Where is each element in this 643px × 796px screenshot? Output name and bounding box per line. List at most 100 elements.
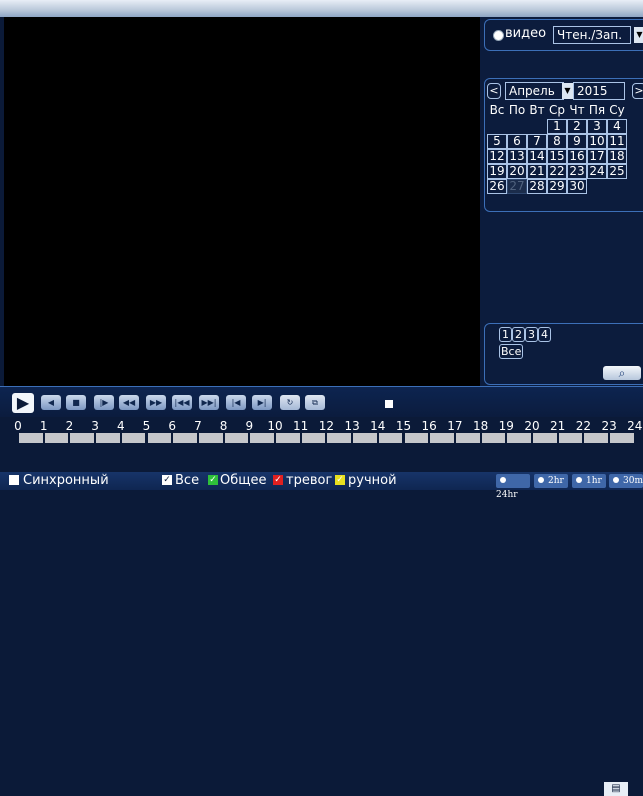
calendar-day[interactable]: 14 bbox=[527, 149, 547, 164]
calendar-day[interactable]: 16 bbox=[567, 149, 587, 164]
calendar-day[interactable]: 23 bbox=[567, 164, 587, 179]
radio-selected-icon[interactable] bbox=[493, 30, 504, 41]
stop-button[interactable]: ■ bbox=[66, 395, 86, 410]
timeline-hour-cell[interactable] bbox=[173, 433, 197, 443]
calendar-day[interactable]: 22 bbox=[547, 164, 567, 179]
timeline-hour-cell[interactable] bbox=[250, 433, 274, 443]
calendar-day[interactable]: 8 bbox=[547, 134, 567, 149]
timeline-hour-cell[interactable] bbox=[327, 433, 352, 443]
calendar-day[interactable]: 28 bbox=[527, 179, 547, 194]
timeline-hour-cell[interactable] bbox=[610, 433, 634, 443]
timeline-hour-cell[interactable] bbox=[70, 433, 95, 443]
channel-4-button[interactable]: 4 bbox=[538, 327, 551, 342]
calendar-day[interactable]: 7 bbox=[527, 134, 547, 149]
calendar-day[interactable]: 25 bbox=[607, 164, 627, 179]
calendar-day[interactable]: 2 bbox=[567, 119, 587, 134]
skip-back-button[interactable]: |◀◀ bbox=[172, 395, 192, 410]
timeline-hour-cell[interactable] bbox=[96, 433, 120, 443]
zoom-2hr-button[interactable]: 2hr bbox=[534, 474, 568, 488]
channel-2-button[interactable]: 2 bbox=[512, 327, 525, 342]
timeline-hour-cell[interactable] bbox=[353, 433, 377, 443]
calendar-day[interactable]: 6 bbox=[507, 134, 527, 149]
calendar-day[interactable]: 11 bbox=[607, 134, 627, 149]
mode-select[interactable]: Чтен./Зап. bbox=[553, 26, 631, 44]
timeline-hour-cell[interactable] bbox=[276, 433, 300, 443]
next-month-button[interactable]: > bbox=[632, 83, 643, 99]
search-button[interactable]: ⌕ bbox=[603, 366, 641, 380]
timeline-hour-label: 7 bbox=[194, 419, 202, 433]
calendar-day[interactable]: 19 bbox=[487, 164, 507, 179]
video-playback-area[interactable] bbox=[4, 17, 480, 386]
calendar-day[interactable]: 13 bbox=[507, 149, 527, 164]
all-channels-button[interactable]: Все bbox=[499, 344, 524, 359]
month-select[interactable]: Апрель bbox=[505, 82, 564, 100]
alarm-label: тревог bbox=[286, 473, 333, 488]
timeline-hour-cell[interactable] bbox=[44, 433, 69, 443]
manual-checkbox[interactable]: ✓ bbox=[335, 475, 345, 485]
channel-3-button[interactable]: 3 bbox=[525, 327, 538, 342]
timeline-hour-cell[interactable] bbox=[584, 433, 609, 443]
calendar-day[interactable]: 18 bbox=[607, 149, 627, 164]
timeline-hour-label: 16 bbox=[421, 419, 437, 433]
calendar-day[interactable]: 10 bbox=[587, 134, 607, 149]
step-button[interactable]: |▶ bbox=[94, 395, 114, 410]
top-title-bar bbox=[0, 0, 643, 17]
general-checkbox[interactable]: ✓ bbox=[208, 475, 218, 485]
timeline-hour-cell[interactable] bbox=[121, 433, 146, 443]
timeline-hour-cell[interactable] bbox=[481, 433, 506, 443]
zoom-24hr-button[interactable]: 24hr bbox=[496, 474, 530, 500]
timeline-hour-label: 0 bbox=[14, 419, 22, 433]
timeline-hour-cell[interactable] bbox=[301, 433, 326, 443]
calendar-day[interactable]: 4 bbox=[607, 119, 627, 134]
chevron-down-icon[interactable]: ▼ bbox=[562, 83, 573, 99]
prev-frame-button[interactable]: ◀ bbox=[41, 395, 61, 410]
calendar-day[interactable]: 17 bbox=[587, 149, 607, 164]
list-view-button[interactable]: ▤ bbox=[604, 782, 628, 796]
zoom-label: 30m bbox=[623, 476, 643, 486]
sync-icon[interactable]: ↻ bbox=[280, 395, 300, 410]
timeline-hour-cell[interactable] bbox=[198, 433, 223, 443]
prev-month-button[interactable]: < bbox=[487, 83, 501, 99]
fast-forward-button[interactable]: ▶▶ bbox=[146, 395, 166, 410]
calendar-day[interactable]: 15 bbox=[547, 149, 567, 164]
calendar-day[interactable]: 24 bbox=[587, 164, 607, 179]
calendar-day[interactable]: 1 bbox=[547, 119, 567, 134]
frame-back-button[interactable]: |◀ bbox=[226, 395, 246, 410]
timeline-hour-cell[interactable] bbox=[533, 433, 557, 443]
calendar-day[interactable]: 5 bbox=[487, 134, 507, 149]
chevron-down-icon[interactable]: ▼ bbox=[634, 27, 643, 43]
calendar-day[interactable]: 30 bbox=[567, 179, 587, 194]
playback-control-bar: ▶ ◀ ■ |▶ ◀◀ ▶▶ |◀◀ ▶▶| |◀ ▶| ↻ ⧉ ▤ bbox=[0, 386, 643, 796]
timeline-hour-cell[interactable] bbox=[147, 433, 172, 443]
timeline-hour-label: 9 bbox=[245, 419, 254, 433]
calendar-day[interactable]: 27 bbox=[507, 179, 527, 194]
rewind-button[interactable]: ◀◀ bbox=[119, 395, 139, 410]
calendar-day[interactable]: 12 bbox=[487, 149, 507, 164]
calendar-day[interactable]: 29 bbox=[547, 179, 567, 194]
calendar-day[interactable]: 3 bbox=[587, 119, 607, 134]
timeline-hour-cell[interactable] bbox=[507, 433, 531, 443]
timeline-hour-cell[interactable] bbox=[224, 433, 249, 443]
calendar-day[interactable]: 9 bbox=[567, 134, 587, 149]
calendar-day[interactable]: 20 bbox=[507, 164, 527, 179]
timeline-hour-cell[interactable] bbox=[378, 433, 403, 443]
skip-forward-button[interactable]: ▶▶| bbox=[199, 395, 219, 410]
sync-checkbox[interactable] bbox=[9, 475, 19, 485]
alarm-checkbox[interactable]: ✓ bbox=[273, 475, 283, 485]
timeline-hour-cell[interactable] bbox=[455, 433, 480, 443]
zoom-30m-button[interactable]: 30m bbox=[609, 474, 643, 488]
clip-icon[interactable]: ⧉ bbox=[305, 395, 325, 410]
timeline-hour-cell[interactable] bbox=[558, 433, 583, 443]
calendar-day[interactable]: 26 bbox=[487, 179, 507, 194]
timeline-hour-cell[interactable] bbox=[404, 433, 429, 443]
frame-forward-button[interactable]: ▶| bbox=[252, 395, 272, 410]
all-checkbox[interactable]: ✓ bbox=[162, 475, 172, 485]
speed-slider-handle[interactable] bbox=[385, 400, 393, 408]
year-field[interactable]: 2015 bbox=[573, 82, 625, 100]
play-button[interactable]: ▶ bbox=[12, 393, 34, 413]
timeline-hour-cell[interactable] bbox=[430, 433, 454, 443]
timeline-hour-cell[interactable] bbox=[19, 433, 43, 443]
channel-1-button[interactable]: 1 bbox=[499, 327, 512, 342]
calendar-day[interactable]: 21 bbox=[527, 164, 547, 179]
zoom-1hr-button[interactable]: 1hr bbox=[572, 474, 606, 488]
